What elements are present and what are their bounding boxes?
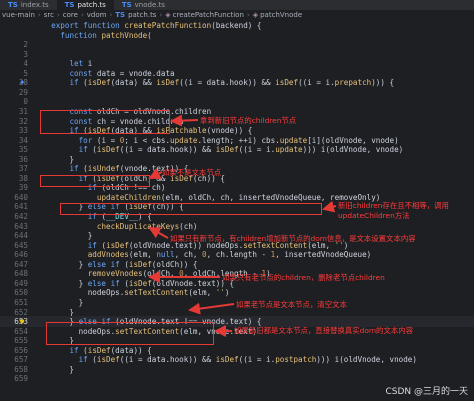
highlight-box-isundef: [40, 175, 150, 187]
chevron-right-icon: ›: [80, 11, 84, 19]
chevron-right-icon: ›: [56, 11, 60, 19]
breadcrumb: vue-main › src › core › vdom › TS patch.ts › ◈ creat…: [0, 10, 474, 20]
tab-label: vnode.ts: [134, 1, 165, 9]
typescript-file-icon: TS: [121, 1, 132, 9]
breadcrumb-item[interactable]: patch.ts: [128, 11, 156, 19]
chevron-right-icon: ›: [109, 11, 113, 19]
highlight-box-children: [40, 110, 170, 134]
typescript-file-icon: TS: [64, 0, 75, 9]
chevron-right-icon: ›: [246, 11, 250, 19]
function-icon: ◈: [252, 11, 259, 19]
tab-vnode-ts[interactable]: TS vnode.ts: [114, 0, 173, 10]
chevron-right-icon: ›: [159, 11, 163, 19]
breadcrumb-item[interactable]: patchVnode: [260, 11, 302, 19]
annotation-add-vnodes: 如果只有新节点，有children增加新节点的dom信息，是文本设置文本内容: [170, 234, 416, 243]
annotation-children: 拿到新旧节点的children节点: [200, 116, 297, 125]
tab-label: patch.ts: [77, 0, 106, 9]
breadcrumb-item[interactable]: src: [44, 11, 54, 19]
highlight-box-text-replace: [46, 322, 214, 345]
tab-patch-ts[interactable]: TS patch.ts: [56, 0, 114, 10]
tab-index-ts[interactable]: TS index.ts: [0, 0, 57, 10]
highlight-box-update-children: [60, 203, 322, 215]
annotation-not-text: 如果不是文本节点: [162, 168, 222, 177]
annotation-update-children-2: updateChildren方法: [338, 211, 410, 220]
annotation-clear-text: 如果老节点是文本节点，清空文本: [236, 300, 347, 309]
annotation-update-children-1: 新旧children存在且不相等，调用: [338, 201, 449, 210]
annotation-replace-text: 如果新旧都是文本节点，直接替换真实dom的文本内容: [234, 326, 414, 335]
line-number: 659: [14, 374, 28, 384]
typescript-file-icon: TS: [115, 11, 126, 19]
breadcrumb-item[interactable]: core: [63, 11, 78, 19]
breadcrumb-item[interactable]: vdom: [87, 11, 107, 19]
typescript-file-icon: TS: [8, 1, 18, 9]
breakpoint-icon[interactable]: ◆: [20, 79, 26, 86]
lightbulb-icon[interactable]: ●: [20, 318, 26, 325]
csdn-watermark: CSDN @三月的一天: [385, 387, 468, 397]
code-line[interactable]: 659: [0, 373, 474, 384]
tab-label: index.ts: [20, 1, 49, 9]
breadcrumb-item[interactable]: createPatchFunction: [173, 11, 244, 19]
tab-bar: TS index.ts TS patch.ts TS vnode.ts: [0, 0, 474, 10]
function-icon: ◈: [165, 11, 171, 19]
annotation-remove-vnodes: 如果只有老节点的children，删除老节点children: [222, 273, 385, 282]
chevron-right-icon: ›: [37, 11, 41, 19]
breadcrumb-item[interactable]: vue-main: [2, 11, 35, 19]
